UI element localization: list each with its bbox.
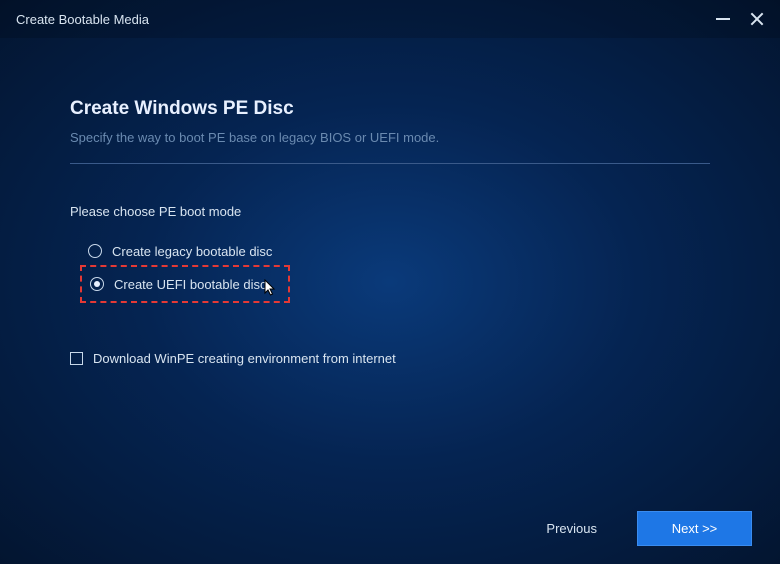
footer-buttons: Previous Next >>	[534, 511, 752, 546]
radio-label-uefi: Create UEFI bootable disc	[114, 277, 266, 292]
section-label: Please choose PE boot mode	[70, 204, 710, 219]
radio-icon	[88, 244, 102, 258]
divider	[70, 163, 710, 164]
radio-icon-selected	[90, 277, 104, 291]
radio-inner-dot	[94, 281, 100, 287]
radio-label-legacy: Create legacy bootable disc	[112, 244, 272, 259]
checkbox-icon	[70, 352, 83, 365]
checkbox-download-winpe[interactable]: Download WinPE creating environment from…	[70, 351, 710, 366]
radio-option-legacy[interactable]: Create legacy bootable disc	[88, 237, 710, 265]
checkbox-label-download: Download WinPE creating environment from…	[93, 351, 396, 366]
highlight-annotation: Create UEFI bootable disc	[80, 265, 290, 303]
close-icon[interactable]	[750, 12, 764, 26]
titlebar: Create Bootable Media	[0, 0, 780, 38]
minimize-icon[interactable]	[716, 18, 730, 20]
next-button[interactable]: Next >>	[637, 511, 752, 546]
window-title: Create Bootable Media	[16, 12, 716, 27]
content-area: Create Windows PE Disc Specify the way t…	[0, 38, 780, 366]
radio-group-boot-mode: Create legacy bootable disc Create UEFI …	[88, 237, 710, 303]
page-subtitle: Specify the way to boot PE base on legac…	[70, 130, 710, 145]
radio-option-uefi[interactable]: Create UEFI bootable disc	[90, 277, 266, 292]
titlebar-buttons	[716, 12, 764, 26]
page-title: Create Windows PE Disc	[70, 98, 710, 120]
previous-button[interactable]: Previous	[534, 513, 609, 544]
